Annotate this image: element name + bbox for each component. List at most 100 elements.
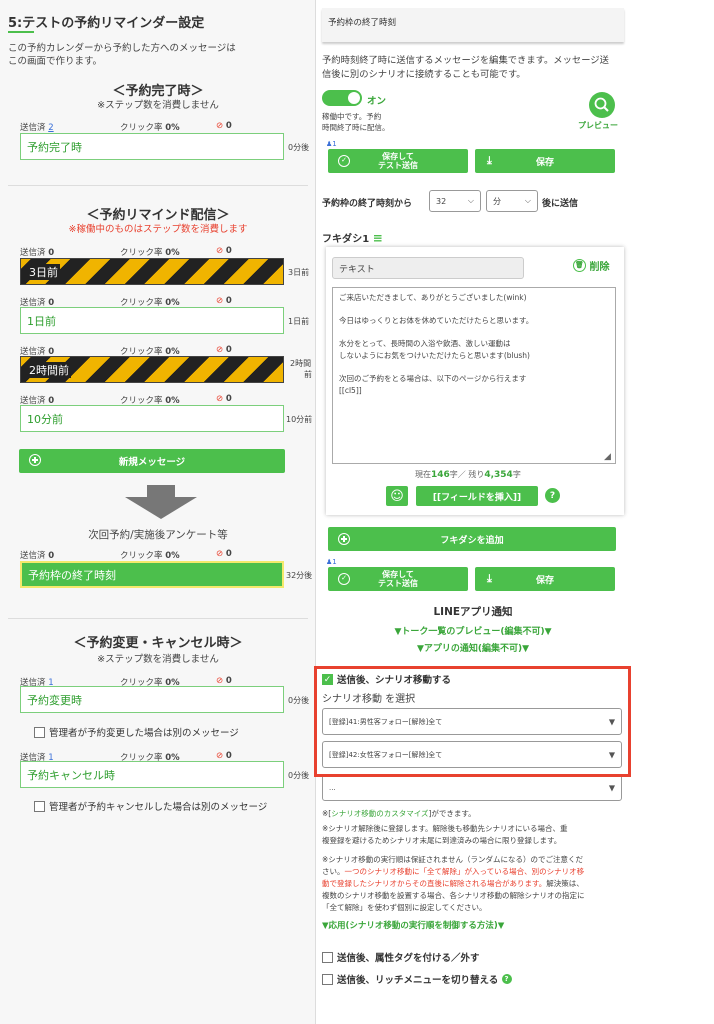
change-heading: ＜予約変更・キャンセル時＞ bbox=[73, 636, 243, 651]
checkbox[interactable] bbox=[322, 973, 333, 985]
note-order: ※シナリオ移動の実行順は保証されません（ランダムになる）のでご注意くだ さい。一… bbox=[322, 855, 585, 912]
highlight-box bbox=[314, 666, 631, 777]
message-line: 次回のご予約をとる場合は、以下のページから行えます bbox=[339, 374, 527, 384]
char-counter: 現在146字／ 残り4,354字 bbox=[415, 470, 521, 480]
stats-row: 送信済 0 クリック率 0% ⊘ 0 bbox=[20, 246, 232, 258]
count-indicator: ♟1 bbox=[326, 140, 337, 148]
scenario-select-3[interactable]: ... ▼ bbox=[322, 774, 622, 801]
step-item-inactive[interactable]: 2時間前 bbox=[20, 356, 284, 383]
message-line bbox=[339, 362, 609, 374]
download-icon: ⤓ bbox=[487, 572, 492, 585]
block-icon: ⊘ bbox=[216, 394, 224, 404]
plus-circle-icon bbox=[338, 533, 350, 545]
step-item-inactive[interactable]: 3日前 bbox=[20, 258, 284, 285]
search-icon bbox=[594, 97, 609, 112]
checkbox[interactable] bbox=[322, 951, 333, 963]
status-toggle[interactable] bbox=[322, 90, 362, 106]
right-tab-header: 予約枠の終了時刻 bbox=[322, 8, 624, 42]
talk-preview-link[interactable]: ▼トーク一覧のプレビュー(編集不可)▼ bbox=[322, 624, 624, 637]
message-line: ご来店いただきまして、ありがとうございました(wink) bbox=[339, 293, 527, 302]
title-underline bbox=[8, 31, 34, 33]
status-text: 稼働中です。予約 時間終了時に配信。 bbox=[322, 112, 390, 132]
chevron-down-icon: ⌵ bbox=[524, 196, 531, 205]
note-registration: ※シナリオ解除後に登録します。解除後も移動先シナリオにいる場合、重 複登録を避け… bbox=[322, 824, 568, 845]
drag-handle-icon[interactable]: ≡ bbox=[373, 231, 383, 245]
sent-count-link[interactable]: 2 bbox=[48, 123, 53, 133]
step-item[interactable]: 1日前 bbox=[20, 307, 284, 334]
block-icon: ⊘ bbox=[216, 751, 224, 761]
toggle-label: オン bbox=[367, 96, 387, 107]
step-timing: 32分後 bbox=[286, 571, 313, 580]
message-line: [[cl5]] bbox=[339, 385, 362, 395]
block-icon: ⊘ bbox=[216, 549, 224, 559]
message-textarea[interactable]: ご来店いただきまして、ありがとうございました(wink) 今日はゆっくりとお体を休… bbox=[332, 287, 616, 464]
step-item-selected[interactable]: 予約枠の終了時刻 bbox=[20, 561, 284, 588]
checkbox[interactable] bbox=[34, 800, 45, 812]
timing-row: 予約枠の終了時刻から bbox=[322, 199, 413, 209]
step-timing: 0分後 bbox=[288, 696, 310, 705]
down-arrow-icon bbox=[125, 485, 197, 519]
save-test-button[interactable]: ✓ 保存して テスト送信 bbox=[328, 149, 468, 173]
message-line: しないようにお気をつけいただけたらと思います(blush) bbox=[339, 350, 530, 360]
help-icon[interactable]: ? bbox=[545, 488, 560, 503]
app-notice-link[interactable]: ▼アプリの通知(編集不可)▼ bbox=[322, 641, 624, 654]
message-line: 水分をとって、長時間の入浴や飲酒、激しい運動は bbox=[339, 339, 511, 349]
check-circle-icon: ✓ bbox=[338, 155, 350, 167]
stats-row: 送信済 2 クリック率 0% ⊘ 0 bbox=[20, 121, 232, 133]
new-message-button[interactable]: 新規メッセージ bbox=[19, 449, 285, 473]
preview-button[interactable] bbox=[589, 92, 615, 118]
help-icon[interactable]: ? bbox=[501, 974, 512, 984]
save-button[interactable]: ⤓ 保存 bbox=[475, 567, 615, 591]
step-item[interactable]: 予約変更時 bbox=[20, 686, 284, 713]
block-icon: ⊘ bbox=[216, 676, 224, 686]
checkbox[interactable] bbox=[34, 726, 45, 738]
plus-circle-icon bbox=[29, 454, 41, 466]
preview-label[interactable]: プレビュー bbox=[578, 120, 618, 131]
left-desc: この予約カレンダーから予約した方へのメッセージは この画面で作ります。 bbox=[8, 43, 236, 67]
add-bubble-button[interactable]: フキダシを追加 bbox=[328, 527, 616, 551]
message-line bbox=[339, 304, 609, 316]
save-test-button[interactable]: ✓ 保存して テスト送信 bbox=[328, 567, 468, 591]
applied-link[interactable]: ▼応用(シナリオ移動の実行順を制御する方法)▼ bbox=[322, 919, 504, 931]
emoji-button[interactable]: ☺ bbox=[386, 486, 408, 506]
timing-unit-select[interactable]: 分 ⌵ bbox=[486, 190, 538, 212]
timing-value-select[interactable]: 32 ⌵ bbox=[429, 190, 481, 212]
step-timing: 2時間 前 bbox=[290, 359, 312, 379]
block-icon: ⊘ bbox=[216, 345, 224, 355]
customize-link[interactable]: シナリオ移動のカスタマイズ bbox=[331, 809, 428, 818]
message-type-select[interactable]: テキスト bbox=[332, 257, 524, 279]
tag-option[interactable]: 送信後、属性タグを付ける／外す bbox=[322, 950, 480, 964]
step-item[interactable]: 予約完了時 bbox=[20, 133, 284, 160]
timing-suffix: 後に送信 bbox=[542, 199, 579, 209]
message-line: 今日はゆっくりとお体を休めていただけたらと思います。 bbox=[339, 316, 534, 326]
step-timing: 0分後 bbox=[288, 771, 310, 780]
step-timing: 1日前 bbox=[288, 317, 310, 326]
step-timing: 0分後 bbox=[288, 143, 310, 152]
count-indicator: ♟1 bbox=[326, 558, 337, 566]
save-button[interactable]: ⤓ 保存 bbox=[475, 149, 615, 173]
block-icon: ⊘ bbox=[216, 296, 224, 306]
divider bbox=[8, 618, 308, 619]
right-desc: 予約時刻終了時に送信するメッセージを編集できます。メッセージ送 信後に別のシナリ… bbox=[322, 55, 609, 80]
block-icon: ⊘ bbox=[216, 121, 224, 131]
admin-cancel-option[interactable]: 管理者が予約キャンセルした場合は別のメッセージ bbox=[34, 799, 267, 813]
delete-button[interactable]: 🗑 削除 bbox=[573, 258, 609, 273]
step-item[interactable]: 10分前 bbox=[20, 405, 284, 432]
bubble-title: フキダシ1 ≡ bbox=[322, 231, 383, 245]
rich-menu-option[interactable]: 送信後、リッチメニューを切り替える ? bbox=[322, 972, 512, 986]
remind-note: ※稼働中のものはステップ数を消費します bbox=[68, 224, 248, 235]
block-icon: ⊘ bbox=[216, 246, 224, 256]
message-line bbox=[339, 327, 609, 339]
step-timing: 3日前 bbox=[288, 268, 310, 277]
admin-change-option[interactable]: 管理者が予約変更した場合は別のメッセージ bbox=[34, 725, 239, 739]
resize-handle-icon[interactable]: ◢ bbox=[604, 452, 611, 462]
page-title: 5:テストの予約リマインダー設定 bbox=[8, 16, 205, 31]
chevron-down-icon: ⌵ bbox=[467, 196, 474, 205]
insert-field-button[interactable]: [[フィールドを挿入]] bbox=[416, 486, 538, 506]
download-icon: ⤓ bbox=[487, 154, 492, 167]
divider bbox=[8, 185, 308, 186]
step-item[interactable]: 予約キャンセル時 bbox=[20, 761, 284, 788]
change-note: ※ステップ数を消費しません bbox=[97, 654, 219, 665]
check-circle-icon: ✓ bbox=[338, 573, 350, 585]
line-notice-heading: LINEアプリ通知 bbox=[433, 606, 513, 618]
